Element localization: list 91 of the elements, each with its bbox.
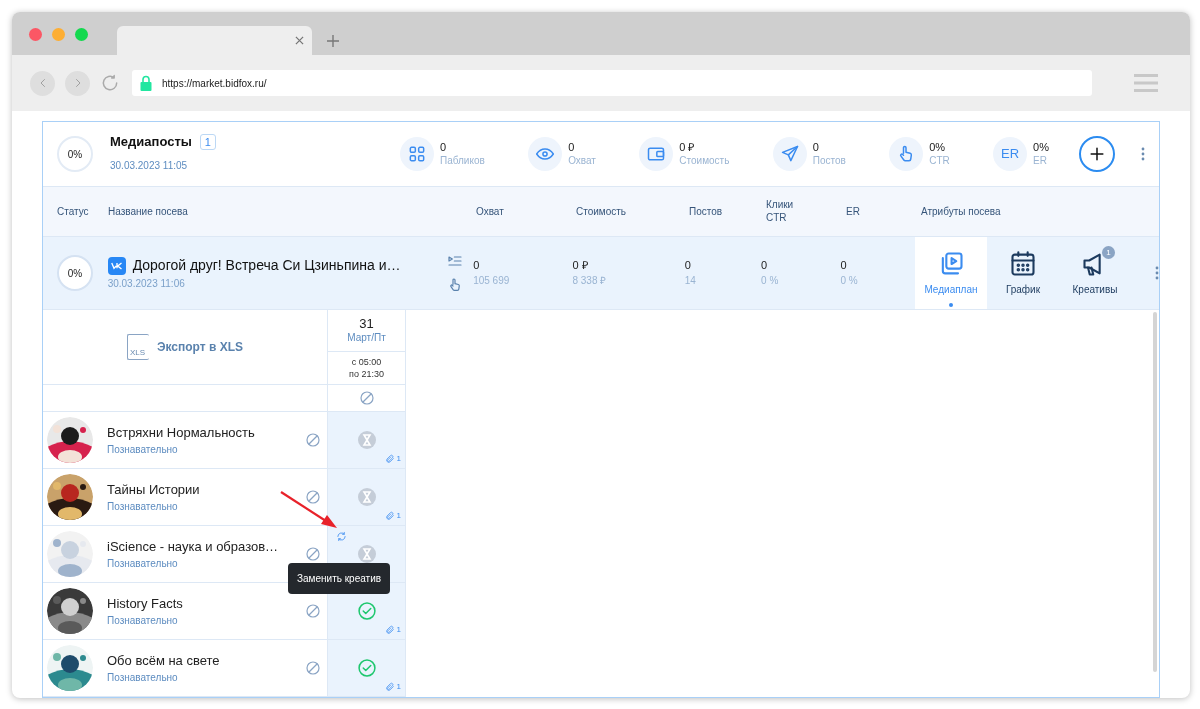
column-header: ER (846, 206, 860, 217)
add-button[interactable] (1079, 136, 1115, 172)
channel-category: Познавательно (107, 614, 179, 629)
stat-label: Постов (812, 154, 846, 168)
count-badge: 1 (199, 134, 216, 150)
close-icon[interactable] (295, 36, 304, 46)
tooltip: Заменить креатив (288, 563, 391, 594)
stat-label: Охват (568, 154, 596, 168)
ban-icon[interactable] (305, 432, 321, 448)
refresh-icon[interactable] (336, 531, 347, 542)
attachment-count: 1 (384, 510, 401, 522)
count-badge: 1 (1102, 245, 1115, 259)
stat-label: CTR (929, 154, 950, 168)
menu-icon[interactable] (1134, 74, 1158, 93)
attribute-tab[interactable]: 1 Креативы (1059, 237, 1131, 309)
wallet-icon (646, 144, 667, 164)
export-button[interactable]: Экспорт в XLS (156, 338, 244, 356)
day-number: 31 (359, 316, 374, 331)
attachment-count: 1 (384, 453, 401, 465)
er-icon: ER (1001, 144, 1020, 164)
time-from: с 05:00 (351, 356, 382, 368)
column-header: Атрибуты посева (921, 206, 1001, 217)
metric-subvalue: 105 699 (473, 274, 511, 288)
play-list-icon[interactable] (447, 253, 464, 269)
campaign-title: Дорогой друг! Встреча Си Цзиньпина и… (132, 256, 401, 275)
stat-value: 0 (440, 140, 448, 154)
calendar-icon (1009, 249, 1037, 278)
metric-subvalue: 8 338 ₽ (572, 274, 608, 288)
send-icon (779, 144, 800, 164)
date-text: 30.03.2023 11:05 (110, 159, 188, 171)
ban-icon[interactable] (305, 489, 321, 505)
plus-icon[interactable] (327, 35, 339, 48)
column-header: Постов (689, 206, 723, 217)
check-circle-icon (356, 658, 377, 678)
stat-label: ER (1033, 154, 1048, 168)
date-text: 30.03.2023 11:06 (107, 278, 185, 289)
stat-value: 0% (1033, 140, 1049, 154)
column-header: Стоимость (576, 206, 627, 217)
url-text: https://market.bidfox.ru/ (162, 76, 267, 91)
metric-subvalue: 14 (684, 274, 697, 288)
more-icon[interactable] (1141, 147, 1145, 161)
column-header: Название посева (108, 206, 188, 217)
channel-category: Познавательно (107, 443, 179, 458)
xls-file-icon[interactable]: XLS (126, 334, 149, 360)
hourglass-icon (356, 430, 377, 450)
channel-category: Познавательно (107, 671, 179, 686)
column-header: Клики CTR (766, 198, 795, 224)
time-to: по 21:30 (349, 368, 384, 380)
stat-value: 0 (568, 140, 576, 154)
channel-category: Познавательно (107, 500, 179, 515)
stat-value: 0 (812, 140, 820, 154)
vk-icon (107, 256, 126, 275)
day-weekday: Март/Пт (347, 330, 386, 345)
metric-value: 0 (473, 258, 481, 273)
attribute-tab[interactable]: Медиаплан (915, 237, 987, 309)
annotation-arrow (279, 490, 339, 530)
check-circle-icon (356, 601, 377, 621)
ban-icon[interactable] (358, 390, 375, 406)
stat-value: 0% (929, 140, 947, 154)
channel-name[interactable]: Обо всём на свете (107, 650, 305, 671)
channel-name[interactable]: History Facts (107, 593, 305, 614)
more-icon[interactable] (1155, 266, 1159, 280)
close-window-icon[interactable] (29, 28, 42, 41)
metric-value: 0 (840, 258, 848, 273)
stat-value: 0 ₽ (679, 140, 696, 154)
page-title: Медиапосты (110, 133, 192, 152)
metric-value: 0 (761, 258, 769, 273)
hourglass-icon (356, 544, 377, 564)
metric-value: 0 ₽ (572, 258, 589, 273)
channel-name[interactable]: Встряхни Нормальность (107, 422, 305, 443)
stat-label: Стоимость (679, 154, 730, 168)
channel-category: Познавательно (107, 557, 179, 572)
ban-icon[interactable] (305, 603, 321, 619)
grid-icon (407, 144, 427, 164)
attachment-count: 1 (384, 624, 401, 636)
column-header: Охват (476, 206, 504, 217)
lock-icon (140, 75, 152, 92)
attachment-count: 1 (384, 681, 401, 693)
ban-icon[interactable] (305, 660, 321, 676)
stat-label: Пабликов (440, 154, 485, 168)
address-bar[interactable]: https://market.bidfox.ru/ (132, 70, 1092, 97)
channel-name[interactable]: iScience - наука и образов… (107, 536, 305, 557)
metric-subvalue: 0 % (840, 274, 859, 288)
channel-name[interactable]: Тайны Истории (107, 479, 305, 500)
ban-icon[interactable] (305, 546, 321, 562)
hourglass-icon (356, 487, 377, 507)
attribute-tab[interactable]: График (987, 237, 1059, 309)
scrollbar[interactable] (1153, 312, 1157, 672)
metric-value: 0 (684, 258, 692, 273)
metric-subvalue: 0 % (761, 274, 780, 288)
column-header: Статус (57, 206, 89, 217)
